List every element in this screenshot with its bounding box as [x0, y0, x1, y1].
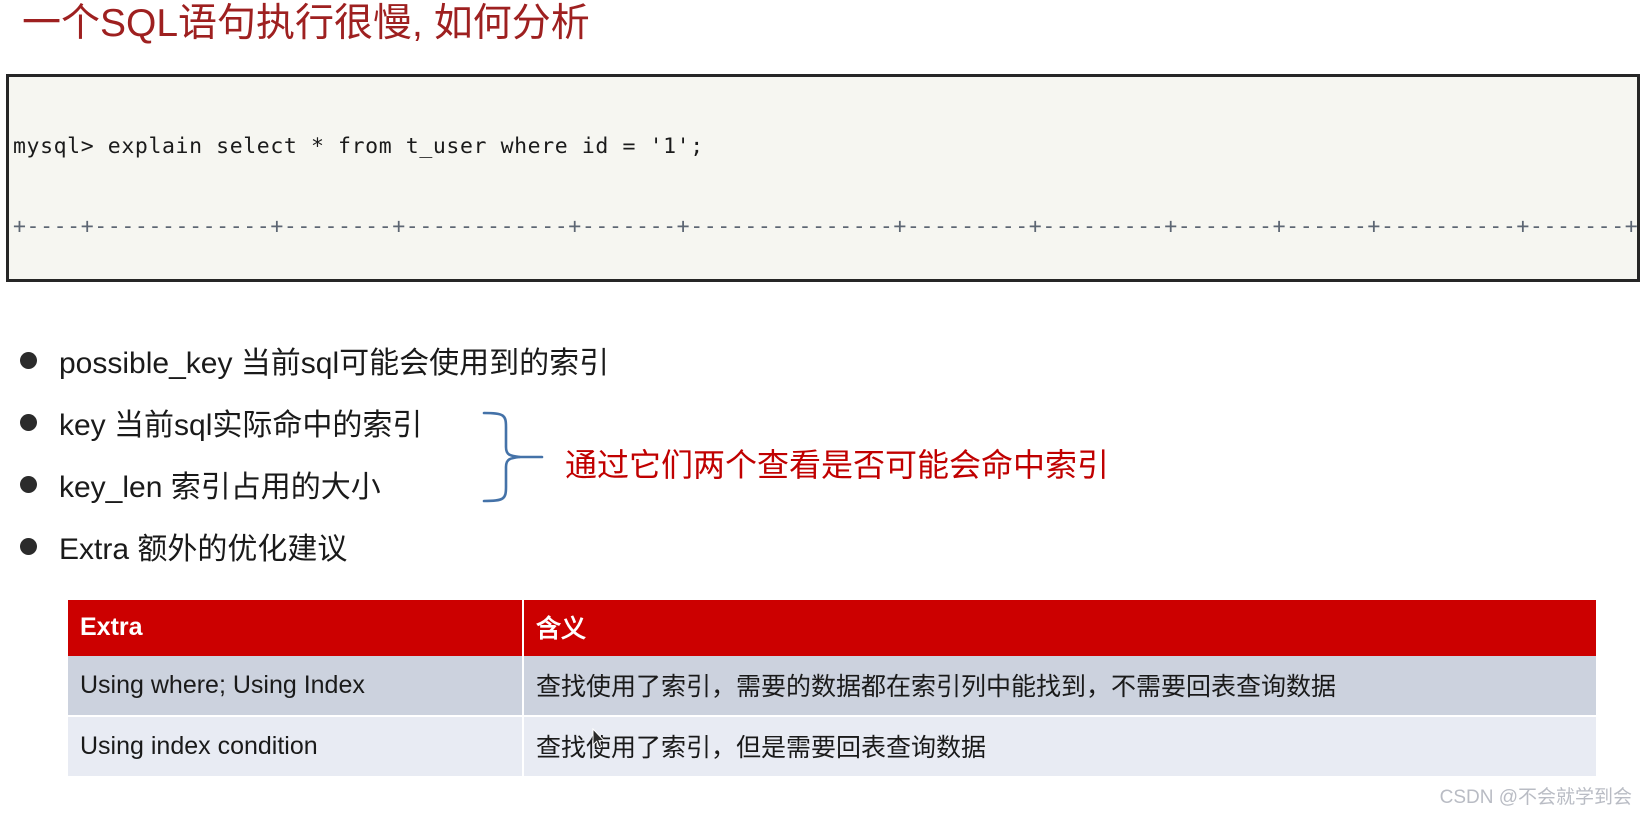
- bullet-dot-icon: [20, 538, 37, 555]
- table-header-row: Extra 含义: [68, 600, 1596, 656]
- bullet-dot-icon: [20, 352, 37, 369]
- column-header-meaning: 含义: [523, 600, 1596, 656]
- terminal-rule-top: +----+-------------+--------+-----------…: [13, 213, 1639, 239]
- terminal-prompt-line: mysql> explain select * from t_user wher…: [13, 134, 704, 160]
- table-row: Using where; Using Index 查找使用了索引，需要的数据都在…: [68, 656, 1596, 717]
- bullet-dot-icon: [20, 476, 37, 493]
- table-row: Using index condition 查找使用了索引，但是需要回表查询数据: [68, 716, 1596, 778]
- cell-meaning: 查找使用了索引，但是需要回表查询数据: [523, 716, 1596, 778]
- column-header-extra: Extra: [68, 600, 524, 656]
- annotation-text: 通过它们两个查看是否可能会命中索引: [565, 447, 1110, 483]
- bullet-label: Extra 额外的优化建议: [59, 533, 348, 566]
- bullet-dot-icon: [20, 414, 37, 431]
- extra-meaning-table: Extra 含义 Using where; Using Index 查找使用了索…: [68, 600, 1596, 778]
- cell-extra: Using index condition: [68, 716, 524, 778]
- list-item: Extra 额外的优化建议: [20, 524, 780, 586]
- list-item: possible_key 当前sql可能会使用到的索引: [20, 338, 780, 400]
- mysql-explain-terminal: mysql> explain select * from t_user wher…: [6, 74, 1640, 282]
- terminal-content: mysql> explain select * from t_user wher…: [9, 77, 1639, 279]
- cell-meaning: 查找使用了索引，需要的数据都在索引列中能找到，不需要回表查询数据: [523, 656, 1596, 717]
- watermark-text: CSDN @不会就学到会: [1439, 787, 1632, 808]
- page-title: 一个SQL语句执行很慢, 如何分析: [22, 2, 590, 45]
- bullet-label: key 当前sql实际命中的索引: [59, 409, 423, 442]
- curly-brace-icon: [480, 405, 560, 505]
- cell-extra: Using where; Using Index: [68, 656, 524, 717]
- bullet-label: key_len 索引占用的大小: [59, 471, 381, 504]
- bullet-label: possible_key 当前sql可能会使用到的索引: [59, 347, 610, 380]
